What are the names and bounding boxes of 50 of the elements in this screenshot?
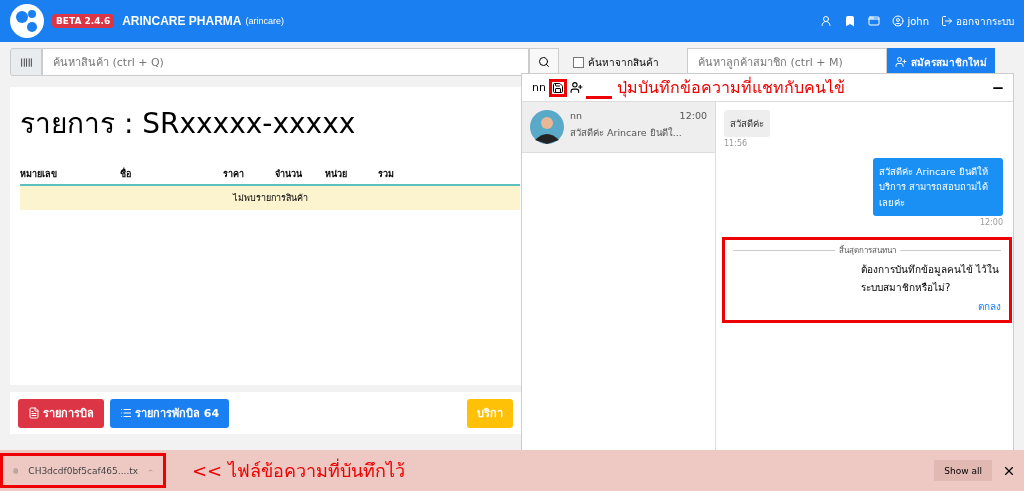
message-time: 12:00 — [979, 217, 1003, 227]
user-circle-icon[interactable] — [892, 15, 905, 27]
column-header: หน่วย — [325, 168, 348, 181]
chat-contact[interactable]: nn 12:00 สวัสดีค่ะ Arincare ยินดีใ... — [522, 102, 715, 153]
logout-link[interactable]: ออกจากระบบ — [956, 13, 1014, 29]
window-icon[interactable] — [868, 15, 881, 27]
chat-name: nn — [532, 81, 546, 94]
register-button[interactable]: สมัครสมาชิกใหม่ — [887, 48, 995, 76]
column-header: ชื่อ — [120, 167, 132, 181]
message-preview: สวัสดีค่ะ Arincare ยินดีใ... — [570, 126, 683, 140]
download-item[interactable]: CH3dcdf0bf5caf465....tx — [0, 453, 166, 488]
document-icon — [28, 407, 40, 419]
barcode-icon — [10, 48, 42, 76]
search-icon — [538, 56, 550, 68]
action-button[interactable]: รายการบิล — [18, 398, 104, 428]
contact-name: nn — [570, 110, 583, 121]
column-header: จำนวน — [275, 168, 303, 181]
product-search-field[interactable]: ค้นหาสินค้า (ctrl + Q) — [42, 48, 529, 76]
action-button[interactable]: รายการพักบิล 64 — [110, 398, 230, 428]
message-bubble: สวัสดีค่ะ — [724, 110, 770, 138]
confirm-link[interactable]: ตกลง — [978, 298, 1001, 314]
order-title: รายการ : SRxxxxx-xxxxx — [20, 106, 356, 142]
member-search-field[interactable]: ค้นหาลูกค้าสมาชิก (ctrl + M) — [687, 48, 887, 76]
annotation-text: ปุ่มบันทึกข้อความที่แชทกับคนไข้ — [616, 76, 845, 100]
show-all-button[interactable]: Show all — [934, 460, 992, 481]
add-user-icon[interactable] — [569, 81, 583, 94]
list-icon — [120, 407, 132, 419]
column-header: หมายเลข — [20, 168, 58, 181]
save-question: ต้องการบันทึกข้อมูลคนไข้ ไว้ในระบบสมาชิกหรือไม่? — [861, 262, 1001, 295]
version-badge: BETA 2.4.6 — [52, 14, 115, 28]
avatar-icon — [530, 110, 564, 144]
account-name: (arincare) — [245, 16, 285, 26]
column-header: รวม — [378, 168, 395, 181]
user-icon[interactable] — [820, 15, 833, 27]
user-link[interactable]: john — [907, 15, 929, 27]
empty-message: ไม่พบรายการสินค้า — [20, 186, 520, 210]
logo-icon — [10, 4, 44, 38]
end-divider: สิ้นสุดการสนทนา — [733, 243, 1001, 257]
leader-line — [585, 96, 612, 99]
app-title: ARINCARE PHARMA — [122, 14, 242, 28]
message-time: 11:56 — [724, 139, 748, 149]
product-checkbox[interactable]: ค้นหาจากสินค้า — [573, 54, 687, 70]
search-button[interactable] — [529, 48, 559, 76]
logout-icon[interactable] — [941, 15, 953, 27]
annotation-text: << ไฟล์ข้อความที่บันทึกไว้ — [192, 457, 405, 483]
bookmark-icon[interactable] — [844, 15, 857, 27]
message-bubble: สวัสดีค่ะ Arincare ยินดีให้บริการ สามารถสอบถามได้เลยค่ะ — [873, 158, 1003, 216]
contact-time: 12:00 — [679, 110, 707, 121]
column-header: ราคา — [223, 168, 245, 181]
add-user-icon — [895, 56, 907, 68]
